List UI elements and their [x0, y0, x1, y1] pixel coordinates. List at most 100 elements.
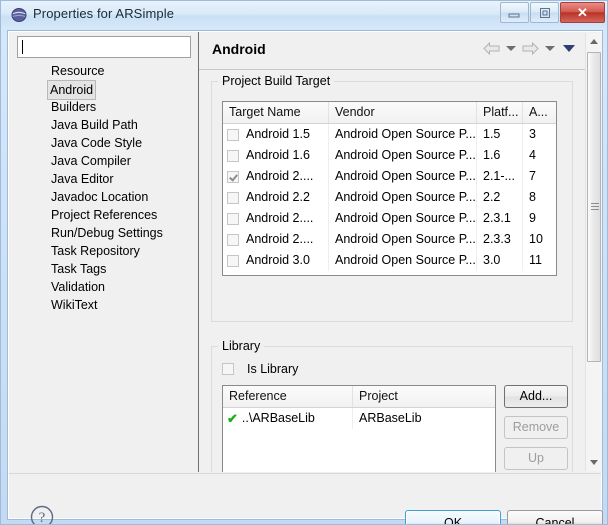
- cancel-button[interactable]: Cancel: [507, 510, 603, 524]
- library-group: Library Is Library Reference Project ✔ .…: [211, 339, 573, 472]
- scroll-down-button[interactable]: [586, 454, 602, 471]
- tree-item-java-code-style[interactable]: Java Code Style: [17, 134, 191, 152]
- tree-item-run-debug-settings[interactable]: Run/Debug Settings: [17, 224, 191, 242]
- tree-item-resource[interactable]: Resource: [17, 62, 191, 80]
- library-buttons: Add... Remove Up: [504, 385, 568, 472]
- column-header-api[interactable]: A...: [523, 102, 556, 123]
- tree-item-java-build-path[interactable]: Java Build Path: [17, 116, 191, 134]
- cell-target-name: Android 1.5: [246, 127, 310, 141]
- minimize-button[interactable]: [500, 2, 529, 23]
- title-bar: Properties for ARSimple ✕: [1, 1, 607, 29]
- column-header-platform[interactable]: Platf...: [477, 102, 523, 123]
- column-header-target-name[interactable]: Target Name: [223, 102, 329, 123]
- close-button[interactable]: ✕: [560, 2, 605, 23]
- tree-item-task-tags[interactable]: Task Tags: [17, 260, 191, 278]
- cell-vendor: Android Open Source P...: [329, 166, 477, 187]
- table-header-row: Reference Project: [223, 386, 495, 408]
- cell-vendor: Android Open Source P...: [329, 229, 477, 250]
- table-row[interactable]: Android 2.... Android Open Source P... 2…: [223, 229, 556, 250]
- table-row[interactable]: Android 1.6 Android Open Source P... 1.6…: [223, 145, 556, 166]
- cell-reference: ..\ARBaseLib: [241, 411, 315, 425]
- tree-item-label: Android: [47, 80, 97, 100]
- tree-item-android[interactable]: Android: [17, 80, 191, 100]
- tree-item-label: Java Code Style: [51, 136, 143, 150]
- cell-platform: 3.0: [477, 250, 523, 271]
- cell-api: 8: [529, 190, 536, 204]
- row-checkbox[interactable]: [227, 233, 239, 246]
- is-library-checkbox[interactable]: [222, 363, 234, 375]
- cell-platform: 1.5: [477, 124, 523, 145]
- cell-target-name: Android 2....: [246, 211, 314, 225]
- row-checkbox[interactable]: [227, 191, 239, 204]
- row-checkbox[interactable]: [227, 212, 239, 225]
- back-arrow-icon[interactable]: [483, 42, 500, 55]
- tree-item-label: Java Compiler: [51, 154, 131, 168]
- cell-target-name: Android 2.2: [246, 190, 310, 204]
- pane-scrollbar[interactable]: [585, 33, 602, 471]
- column-header-project[interactable]: Project: [353, 386, 495, 407]
- cell-target-name: Android 2....: [246, 232, 314, 246]
- tree-item-wikitext[interactable]: WikiText: [17, 296, 191, 314]
- pane-menu-caret-icon[interactable]: [563, 45, 575, 52]
- table-row[interactable]: Android 3.0 Android Open Source P... 3.0…: [223, 250, 556, 271]
- tree-item-validation[interactable]: Validation: [17, 278, 191, 296]
- project-build-target-group: Project Build Target Target Name Vendor …: [211, 74, 573, 322]
- cell-api: 7: [529, 169, 536, 183]
- cell-api: 3: [529, 127, 536, 141]
- cell-vendor: Android Open Source P...: [329, 250, 477, 271]
- dialog-body: Resource Android Builders Java Build Pat…: [8, 31, 603, 524]
- column-header-reference[interactable]: Reference: [223, 386, 353, 407]
- table-row[interactable]: Android 2.... Android Open Source P... 2…: [223, 166, 556, 187]
- cell-vendor: Android Open Source P...: [329, 124, 477, 145]
- tree-item-label: Task Repository: [51, 244, 140, 258]
- group-label-library: Library: [218, 339, 265, 353]
- tree-item-java-compiler[interactable]: Java Compiler: [17, 152, 191, 170]
- column-header-vendor[interactable]: Vendor: [329, 102, 477, 123]
- close-icon: ✕: [577, 4, 588, 20]
- properties-window: Properties for ARSimple ✕ Resource Andro…: [0, 0, 608, 525]
- cell-api: 9: [529, 211, 536, 225]
- text-caret: [22, 40, 23, 54]
- window-controls: ✕: [499, 2, 605, 24]
- library-reference-table[interactable]: Reference Project ✔ ..\ARBaseLib ARBaseL…: [222, 385, 496, 472]
- cell-platform: 1.6: [477, 145, 523, 166]
- footer-divider: [9, 473, 601, 474]
- restore-button[interactable]: [530, 2, 559, 23]
- cell-target-name: Android 3.0: [246, 253, 310, 267]
- table-row[interactable]: Android 2.2 Android Open Source P... 2.2…: [223, 187, 556, 208]
- scrollbar-thumb[interactable]: [587, 52, 601, 362]
- tree-item-label: Javadoc Location: [51, 190, 149, 204]
- cell-target-name: Android 2....: [246, 169, 314, 183]
- table-row[interactable]: ✔ ..\ARBaseLib ARBaseLib: [223, 408, 495, 429]
- cell-api: 10: [529, 232, 543, 246]
- page-title: Android: [212, 41, 266, 57]
- tree-item-label: Builders: [51, 100, 97, 114]
- back-dropdown-caret-icon[interactable]: [506, 46, 516, 51]
- tree-item-project-references[interactable]: Project References: [17, 206, 191, 224]
- row-checkbox[interactable]: [227, 254, 239, 267]
- minimize-icon: [501, 3, 528, 22]
- row-checkbox[interactable]: [227, 170, 239, 183]
- search-input[interactable]: [17, 36, 191, 58]
- build-target-table[interactable]: Target Name Vendor Platf... A... Android…: [222, 101, 557, 276]
- tree-item-javadoc-location[interactable]: Javadoc Location: [17, 188, 191, 206]
- table-row[interactable]: Android 1.5 Android Open Source P... 1.5…: [223, 124, 556, 145]
- add-button[interactable]: Add...: [504, 385, 568, 408]
- tree-item-java-editor[interactable]: Java Editor: [17, 170, 191, 188]
- tree-item-label: Validation: [51, 280, 105, 294]
- forward-arrow-icon[interactable]: [522, 42, 539, 55]
- tree-item-builders[interactable]: Builders: [17, 98, 191, 116]
- tree-item-task-repository[interactable]: Task Repository: [17, 242, 191, 260]
- status-check-icon: ✔: [227, 411, 238, 426]
- group-label-build-target: Project Build Target: [218, 74, 335, 88]
- ok-button[interactable]: OK: [405, 510, 501, 524]
- tree-item-label: Project References: [51, 208, 158, 222]
- help-icon[interactable]: ?: [29, 504, 55, 525]
- scroll-up-button[interactable]: [586, 33, 602, 50]
- row-checkbox[interactable]: [227, 149, 239, 162]
- forward-dropdown-caret-icon[interactable]: [545, 46, 555, 51]
- cell-platform: 2.3.3: [477, 229, 523, 250]
- table-row[interactable]: Android 2.... Android Open Source P... 2…: [223, 208, 556, 229]
- row-checkbox[interactable]: [227, 128, 239, 141]
- is-library-row[interactable]: Is Library: [222, 362, 298, 376]
